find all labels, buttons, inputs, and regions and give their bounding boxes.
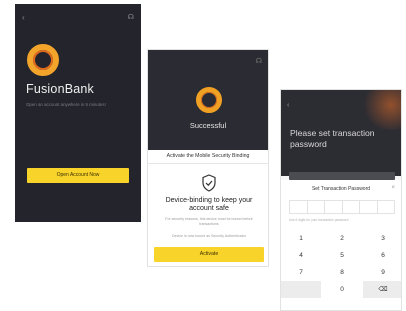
- pin-box: [378, 201, 395, 213]
- headline: Device-binding to keep your account safe: [165, 197, 253, 212]
- brand-name: FusionBank: [26, 82, 95, 96]
- key-8[interactable]: 8: [322, 264, 362, 281]
- numeric-keypad: 1 2 3 4 5 6 7 8 9 0 ⌫: [281, 230, 401, 310]
- key-6[interactable]: 6: [363, 247, 401, 264]
- activate-button[interactable]: Activate: [154, 247, 264, 262]
- binding-screen: ☊ Successful Activate the Mobile Securit…: [147, 49, 269, 267]
- pin-box: [343, 201, 360, 213]
- pin-box: [325, 201, 343, 213]
- logo-ring-icon: [27, 44, 59, 76]
- password-screen: ‹ Please set transaction password Set Tr…: [280, 89, 402, 311]
- divider: [148, 163, 268, 164]
- key-4[interactable]: 4: [281, 247, 321, 264]
- tagline: Open an account anywhere in 5 minutes!: [26, 102, 106, 107]
- subtitle: For security reasons, this device must b…: [165, 217, 253, 226]
- pin-boxes[interactable]: [289, 200, 395, 214]
- open-account-button[interactable]: Open Account Now: [27, 168, 129, 183]
- backspace-icon[interactable]: ⌫: [363, 281, 401, 298]
- welcome-screen: ‹ ☊ FusionBank Open an account anywhere …: [15, 4, 141, 222]
- shield-check-icon: [202, 174, 216, 192]
- headset-icon[interactable]: ☊: [128, 14, 134, 21]
- panel-title: Set Transaction Password: [311, 186, 371, 192]
- key-empty: [281, 281, 321, 298]
- key-7[interactable]: 7: [281, 264, 321, 281]
- pin-box: [290, 201, 308, 213]
- back-icon[interactable]: ‹: [287, 102, 289, 109]
- logo-ring-icon: [196, 87, 222, 113]
- status-text: Successful: [189, 121, 227, 130]
- key-1[interactable]: 1: [281, 230, 321, 247]
- sheet-title: Activate the Mobile Security Binding: [166, 153, 250, 159]
- password-panel: Set Transaction Password × Use 6 digits …: [281, 180, 401, 310]
- back-icon[interactable]: ‹: [22, 14, 25, 22]
- close-icon[interactable]: ×: [391, 185, 395, 191]
- input-placeholder: [289, 172, 395, 180]
- key-2[interactable]: 2: [322, 230, 362, 247]
- password-hint: Use 6 digits for your transaction passwo…: [289, 218, 349, 222]
- pin-box: [360, 201, 378, 213]
- key-9[interactable]: 9: [363, 264, 401, 281]
- pin-box: [308, 201, 325, 213]
- key-0[interactable]: 0: [322, 281, 362, 298]
- page-title: Please set transaction password: [290, 128, 375, 149]
- headset-icon[interactable]: ☊: [256, 58, 262, 65]
- subtitle-secondary: Device is now bound as Security Authenti…: [172, 234, 246, 238]
- key-5[interactable]: 5: [322, 247, 362, 264]
- key-3[interactable]: 3: [363, 230, 401, 247]
